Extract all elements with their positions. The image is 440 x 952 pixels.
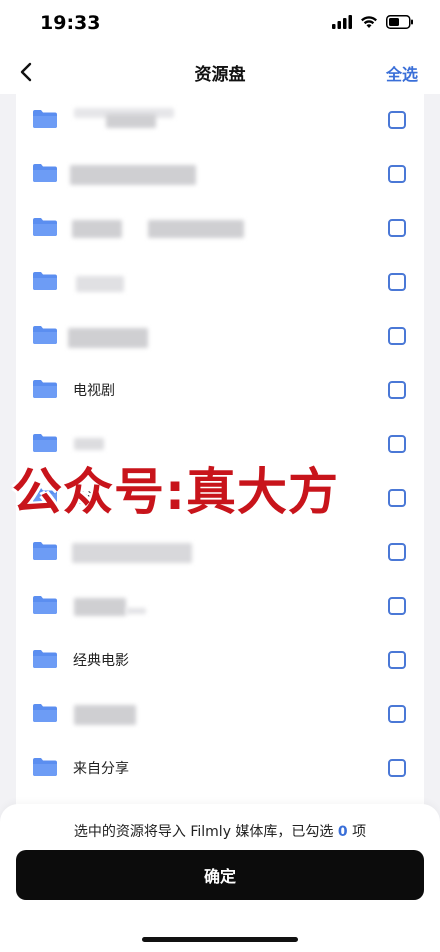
select-checkbox[interactable]: [388, 273, 406, 291]
redacted-name: [74, 438, 104, 450]
redacted-name: [68, 328, 148, 348]
redacted-name: [126, 608, 146, 614]
select-checkbox[interactable]: [388, 219, 406, 237]
folder-row[interactable]: [16, 310, 424, 364]
select-all-button[interactable]: 全选: [386, 61, 418, 85]
home-indicator: [142, 937, 298, 942]
folder-row[interactable]: [16, 688, 424, 742]
select-checkbox[interactable]: [388, 543, 406, 561]
select-checkbox[interactable]: [388, 597, 406, 615]
watermark-text: 公众号:真大方: [12, 463, 339, 521]
folder-row-shared[interactable]: 来自分享: [16, 742, 424, 796]
select-checkbox[interactable]: [388, 111, 406, 129]
nav-bar: 资源盘 全选: [0, 50, 440, 94]
redacted-name: [74, 598, 126, 616]
folder-row[interactable]: [16, 148, 424, 202]
folder-row[interactable]: [16, 526, 424, 580]
folder-row[interactable]: [16, 256, 424, 310]
confirm-button[interactable]: 确定: [16, 850, 424, 900]
folder-icon: [33, 164, 57, 182]
bottom-panel: 选中的资源将导入 Filmly 媒体库，已勾选 0 项 确定: [0, 804, 440, 952]
folder-icon: [33, 650, 57, 668]
folder-name: 来自分享: [73, 761, 129, 777]
folder-icon: [33, 758, 57, 776]
redacted-name: [72, 543, 192, 563]
folder-row-classic-movies[interactable]: 经典电影: [16, 634, 424, 688]
redacted-name: [72, 220, 122, 238]
folder-icon: [33, 218, 57, 236]
status-bar: 19:33: [0, 0, 440, 50]
folder-row[interactable]: [16, 94, 424, 148]
folder-row-tv-series[interactable]: 电视剧: [16, 364, 424, 418]
folder-row[interactable]: [16, 202, 424, 256]
folder-icon: [33, 380, 57, 398]
folder-icon: [33, 704, 57, 722]
wifi-icon: [361, 16, 377, 28]
select-checkbox[interactable]: [388, 327, 406, 345]
folder-icon: [33, 272, 57, 290]
selected-count: 0: [337, 824, 348, 840]
select-checkbox[interactable]: [388, 381, 406, 399]
folder-icon: [33, 326, 57, 344]
redacted-name: [148, 220, 244, 238]
folder-icon: [33, 434, 57, 452]
select-checkbox[interactable]: [388, 435, 406, 453]
folder-icon: [33, 542, 57, 560]
status-icons: [332, 15, 414, 29]
folder-name: 电视剧: [73, 383, 115, 399]
cellular-signal-icon: [332, 15, 352, 29]
folder-name: 经典电影: [73, 653, 129, 669]
select-checkbox[interactable]: [388, 651, 406, 669]
select-checkbox[interactable]: [388, 759, 406, 777]
select-checkbox[interactable]: [388, 705, 406, 723]
redacted-name: [74, 705, 136, 725]
battery-icon: [386, 15, 413, 29]
redacted-name: [106, 114, 156, 128]
import-note-prefix: 选中的资源将导入 Filmly 媒体库，已勾选: [73, 824, 338, 840]
redacted-name: [76, 276, 124, 292]
status-time: 19:33: [40, 12, 101, 34]
redacted-name: [70, 165, 196, 185]
import-note: 选中的资源将导入 Filmly 媒体库，已勾选 0 项: [0, 821, 440, 841]
folder-row[interactable]: [16, 580, 424, 634]
page-title: 资源盘: [194, 65, 246, 85]
select-checkbox[interactable]: [388, 165, 406, 183]
folder-icon: [33, 596, 57, 614]
folder-icon: [33, 110, 57, 128]
import-note-suffix: 项: [347, 824, 367, 840]
